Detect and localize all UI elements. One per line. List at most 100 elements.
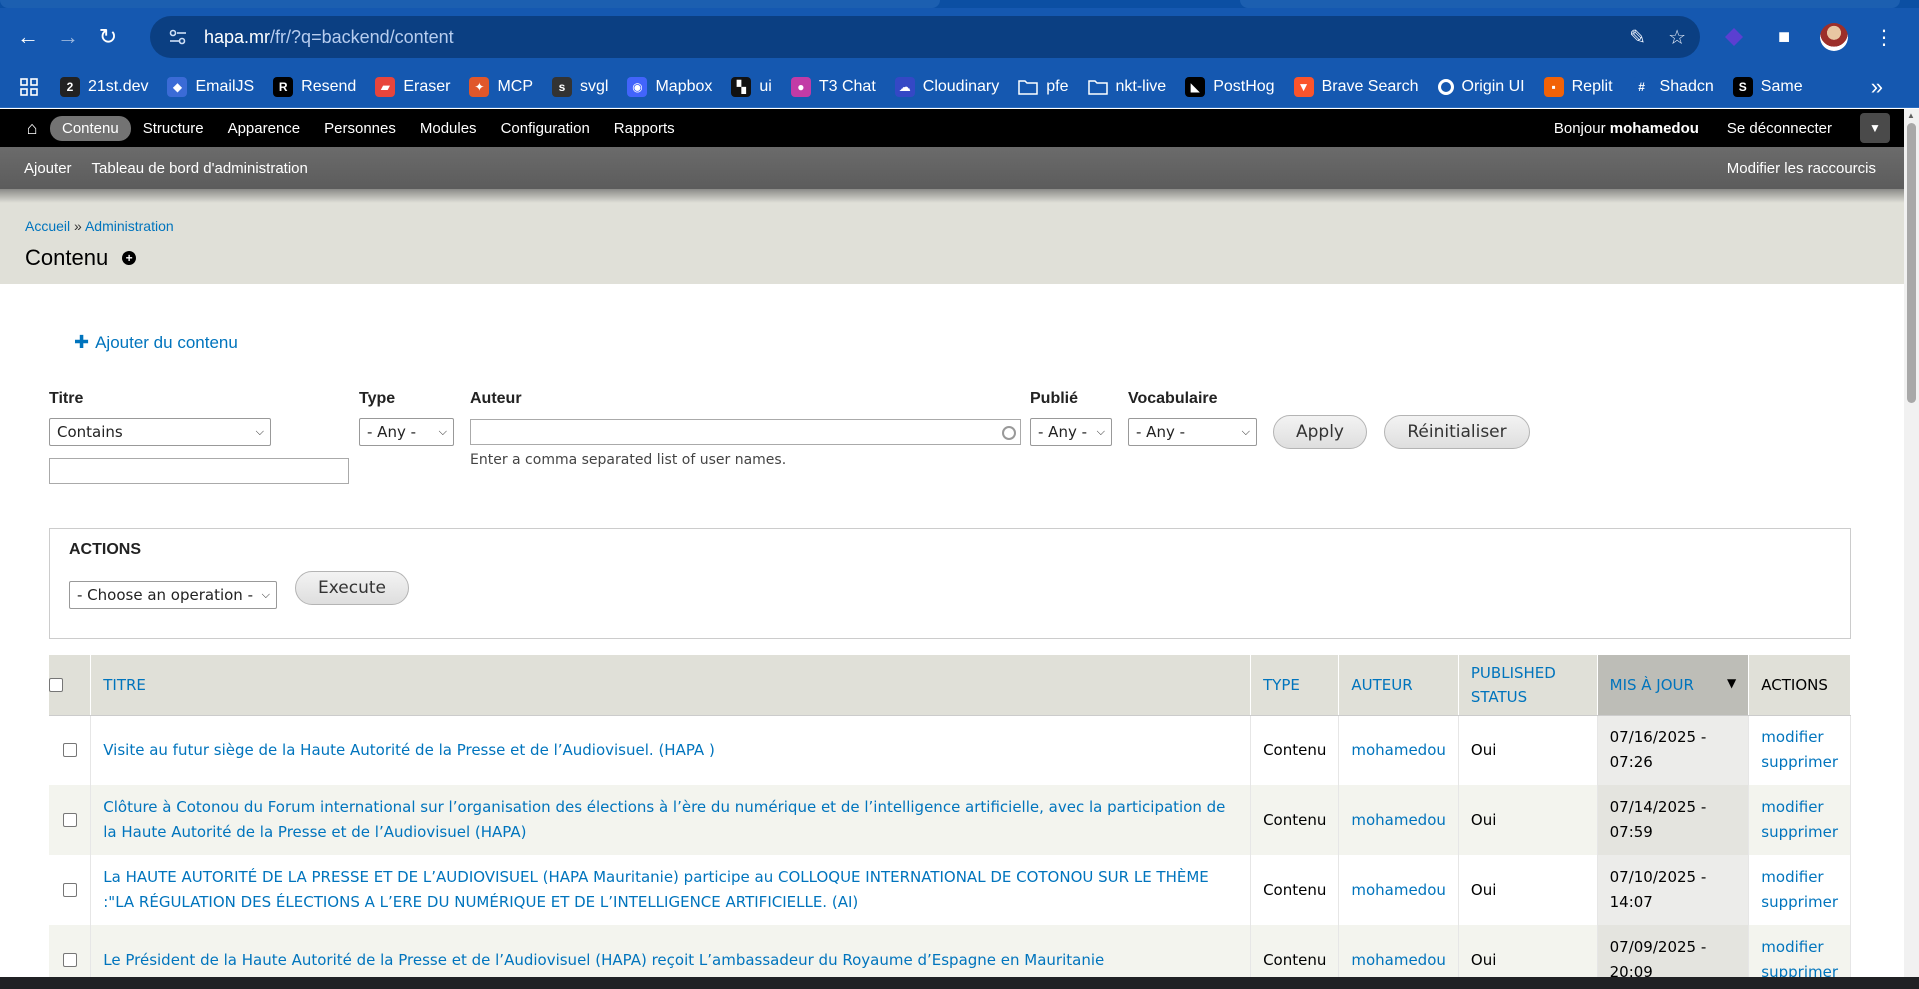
title-operator-select[interactable]: Contains ⌵: [49, 418, 271, 446]
bookmark-item[interactable]: ● T3 Chat: [790, 76, 876, 97]
select-all-checkbox[interactable]: [49, 678, 63, 693]
admin-menu-item[interactable]: Personnes: [312, 116, 408, 141]
header-title[interactable]: TITRE: [90, 655, 1252, 716]
toggle-drawer-icon[interactable]: ▼: [1860, 113, 1890, 143]
bookmark-item[interactable]: R Resend: [273, 76, 356, 97]
delete-link[interactable]: supprimer: [1761, 893, 1838, 911]
bookmark-item[interactable]: pfe: [1018, 77, 1069, 97]
bookmark-item[interactable]: ▼ Brave Search: [1293, 76, 1419, 97]
sort-desc-icon: ▼: [1727, 675, 1737, 690]
apply-button[interactable]: Apply: [1273, 415, 1367, 449]
execute-button[interactable]: Execute: [295, 571, 409, 605]
extension-diamond-icon[interactable]: [1719, 22, 1749, 52]
admin-menu-item[interactable]: Modules: [408, 116, 489, 141]
bookmarks-overflow-icon[interactable]: »: [1871, 74, 1883, 100]
edit-shortcuts-link[interactable]: Modifier les raccourcis: [1727, 160, 1876, 177]
admin-menu-item[interactable]: Configuration: [489, 116, 602, 141]
bookmark-item[interactable]: ◉ Mapbox: [627, 76, 712, 97]
back-icon[interactable]: ←: [8, 17, 48, 57]
bookmark-item[interactable]: S Same: [1732, 76, 1803, 97]
tab-inactive[interactable]: [0, 0, 940, 8]
author-input[interactable]: [470, 419, 1021, 445]
admin-menu: Contenu Structure Apparence Personnes Module…: [50, 115, 687, 141]
type-select[interactable]: - Any - ⌵: [359, 418, 454, 446]
admin-menu-item[interactable]: Structure: [131, 116, 216, 141]
bookmark-item[interactable]: Origin UI: [1437, 78, 1525, 96]
address-bar[interactable]: hapa.mr/fr/?q=backend/content ✎ ☆: [150, 16, 1700, 58]
admin-toolbar: ⌂ Contenu Structure Apparence Personnes Modu…: [0, 109, 1904, 147]
bookmark-item[interactable]: ✦ MCP: [469, 76, 533, 97]
logout-link[interactable]: Se déconnecter: [1727, 120, 1832, 137]
page-scrollbar[interactable]: ▲: [1904, 109, 1919, 977]
browser-menu-icon[interactable]: ⋮: [1869, 22, 1899, 52]
row-title-link[interactable]: Visite au futur siège de la Haute Autori…: [103, 741, 715, 759]
reset-button[interactable]: Réinitialiser: [1384, 415, 1530, 449]
admin-menu-item[interactable]: Contenu: [50, 115, 131, 141]
row-checkbox[interactable]: [62, 883, 77, 897]
row-title-link[interactable]: La HAUTE AUTORITÉ DE LA PRESSE ET DE L’A…: [103, 868, 1209, 911]
bookmark-item[interactable]: 2 21st.dev: [60, 76, 148, 97]
bookmark-item[interactable]: ▚ ui: [731, 76, 772, 97]
bookmark-star-icon[interactable]: ☆: [1668, 25, 1686, 50]
bookmark-item[interactable]: ☁ Cloudinary: [894, 76, 999, 97]
edit-link[interactable]: modifier: [1761, 938, 1823, 956]
edit-link[interactable]: modifier: [1761, 798, 1823, 816]
forward-icon[interactable]: →: [48, 17, 88, 57]
row-updated: 07/16/2025 -07:26: [1597, 715, 1750, 785]
tab-inactive-2[interactable]: [1240, 0, 1900, 8]
edit-link[interactable]: modifier: [1761, 728, 1823, 746]
breadcrumb-home[interactable]: Accueil: [25, 218, 70, 234]
scroll-up-icon[interactable]: ▲: [1907, 111, 1915, 120]
breadcrumb-admin[interactable]: Administration: [85, 218, 174, 234]
row-checkbox[interactable]: [62, 953, 77, 967]
bookmark-item[interactable]: # Shadcn: [1631, 76, 1714, 97]
username-link[interactable]: mohamedou: [1610, 120, 1699, 137]
apps-grid-icon[interactable]: [20, 77, 38, 96]
row-title-link[interactable]: Le Président de la Haute Autorité de la …: [103, 951, 1104, 969]
folder-icon: [1087, 77, 1108, 97]
row-updated: 07/10/2025 -14:07: [1597, 855, 1750, 925]
bookmark-item[interactable]: nkt-live: [1087, 77, 1166, 97]
home-icon[interactable]: ⌂: [14, 118, 50, 139]
row-author-link[interactable]: mohamedou: [1351, 951, 1446, 969]
add-content-link[interactable]: ✚ Ajouter du contenu: [74, 332, 238, 353]
delete-link[interactable]: supprimer: [1761, 823, 1838, 841]
filter-published-label: Publié: [1030, 390, 1079, 407]
published-select[interactable]: - Any - ⌵: [1030, 418, 1112, 446]
shortcut-add[interactable]: Ajouter: [24, 160, 72, 177]
translate-icon[interactable]: ✎: [1629, 25, 1646, 50]
row-author-link[interactable]: mohamedou: [1351, 881, 1446, 899]
site-info-icon[interactable]: [158, 29, 198, 45]
row-author-link[interactable]: mohamedou: [1351, 741, 1446, 759]
profile-avatar[interactable]: [1819, 22, 1849, 52]
header-updated[interactable]: MIS À JOUR ▼: [1597, 655, 1750, 716]
header-type[interactable]: TYPE: [1250, 655, 1340, 716]
header-author[interactable]: AUTEUR: [1338, 655, 1459, 716]
admin-menu-item[interactable]: Rapports: [602, 116, 687, 141]
row-actions: modifier supprimer: [1748, 785, 1851, 855]
bookmark-item[interactable]: ◣ PostHog: [1185, 76, 1275, 97]
toolbar-shadow: [0, 189, 1904, 203]
admin-menu-item[interactable]: Apparence: [216, 116, 313, 141]
add-shortcut-icon[interactable]: +: [122, 251, 137, 265]
extensions-puzzle-icon[interactable]: ■: [1769, 22, 1799, 52]
row-author-link[interactable]: mohamedou: [1351, 811, 1446, 829]
row-select-cell: [49, 785, 92, 855]
reload-icon[interactable]: ↻: [88, 17, 128, 57]
scrollbar-thumb[interactable]: [1907, 123, 1916, 403]
bookmark-item[interactable]: ◆ EmailJS: [167, 76, 254, 97]
bookmark-item[interactable]: ▰ Eraser: [375, 76, 450, 97]
shortcut-dashboard[interactable]: Tableau de bord d'administration: [92, 160, 308, 177]
vocabulary-select[interactable]: - Any - ⌵: [1128, 418, 1257, 446]
delete-link[interactable]: supprimer: [1761, 753, 1838, 771]
actions-legend: ACTIONS: [69, 541, 141, 558]
bookmark-item[interactable]: ▪ Replit: [1543, 76, 1613, 97]
edit-link[interactable]: modifier: [1761, 868, 1823, 886]
row-title-link[interactable]: Clôture à Cotonou du Forum international…: [103, 798, 1225, 841]
title-input[interactable]: [49, 458, 349, 484]
header-published-status[interactable]: PUBLISHED STATUS: [1458, 655, 1598, 716]
row-checkbox[interactable]: [62, 813, 77, 827]
bookmark-item[interactable]: s svgl: [552, 76, 608, 97]
operation-select[interactable]: - Choose an operation - ⌵: [69, 581, 277, 609]
row-checkbox[interactable]: [62, 743, 77, 758]
